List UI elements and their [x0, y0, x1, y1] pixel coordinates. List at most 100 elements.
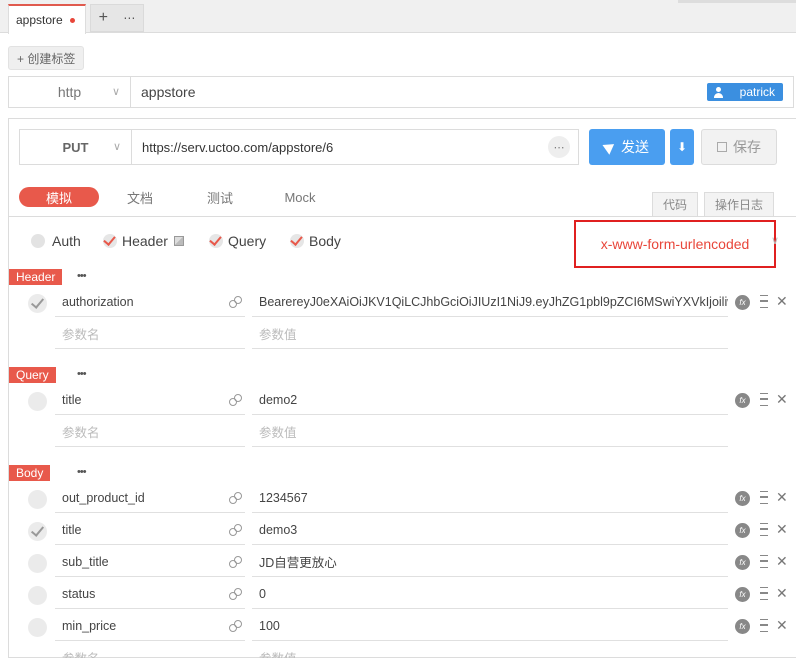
header-toggle[interactable]: Header [103, 233, 184, 249]
add-tab-icon[interactable]: + [99, 10, 108, 26]
save-button[interactable]: 保存 [701, 129, 777, 165]
code-button[interactable]: 代码 [652, 192, 698, 216]
fx-icon[interactable]: fx [735, 587, 750, 602]
close-icon[interactable]: ✕ [776, 391, 788, 408]
send-download-button[interactable]: ⬇ [670, 129, 694, 165]
link-icon[interactable] [229, 492, 242, 504]
param-key[interactable]: status [55, 579, 245, 609]
close-icon[interactable]: ✕ [776, 489, 788, 506]
param-key[interactable]: min_price [55, 611, 245, 641]
add-label-button[interactable]: + 创建标签 [8, 46, 85, 70]
link-icon[interactable] [229, 588, 242, 600]
table-row: title demo2 fx ✕ [9, 385, 796, 415]
send-button[interactable]: 发送 [589, 129, 665, 165]
param-value[interactable]: 100 [252, 611, 728, 641]
tab-docs[interactable]: 文档 [125, 187, 155, 207]
menu-icon[interactable] [760, 587, 768, 600]
fx-icon[interactable]: fx [735, 619, 750, 634]
param-value-placeholder[interactable]: 参数值 [252, 643, 728, 658]
menu-icon[interactable] [760, 619, 768, 632]
table-row: sub_title JD自营更放心 fx ✕ [9, 547, 796, 577]
close-icon[interactable]: ✕ [776, 293, 788, 310]
method-value: PUT [62, 139, 89, 155]
param-key[interactable]: title [55, 515, 245, 545]
close-icon[interactable]: ✕ [776, 585, 788, 602]
close-icon[interactable]: ✕ [776, 617, 788, 634]
param-key[interactable]: out_product_id [55, 483, 245, 513]
link-icon[interactable] [229, 556, 242, 568]
query-more-icon[interactable]: ••• [77, 368, 87, 380]
link-icon[interactable] [229, 394, 242, 406]
tab-test[interactable]: 测试 [205, 187, 235, 207]
param-key-placeholder[interactable]: 参数名 [55, 643, 245, 658]
user-icon [713, 86, 724, 98]
project-name[interactable]: appstore [141, 84, 195, 100]
param-value[interactable]: BearereyJ0eXAiOiJKV1QiLCJhbGciOiJIUzI1Ni… [252, 287, 728, 317]
body-encoding-select[interactable]: x-www-form-urlencoded [574, 220, 776, 268]
save-label: 保存 [733, 139, 761, 155]
menu-icon[interactable] [760, 523, 768, 536]
param-key[interactable]: authorization [55, 287, 245, 317]
header-section-tag: Header [9, 269, 63, 285]
close-icon[interactable]: ✕ [776, 521, 788, 538]
body-more-icon[interactable]: ••• [77, 466, 87, 478]
unsaved-dot-icon [69, 17, 75, 23]
url-input[interactable]: https://serv.uctoo.com/appstore/6 [142, 140, 333, 155]
menu-icon[interactable] [760, 295, 768, 308]
download-icon: ⬇ [676, 140, 688, 154]
param-value[interactable]: demo2 [252, 385, 728, 415]
param-value[interactable]: 0 [252, 579, 728, 609]
close-icon[interactable]: ✕ [776, 553, 788, 570]
url-more-icon[interactable]: ⋯ [548, 136, 570, 158]
table-row-empty: 参数名 参数值 [9, 417, 796, 447]
fx-icon[interactable]: fx [735, 555, 750, 570]
tab-mock[interactable]: Mock [283, 187, 317, 207]
menu-icon[interactable] [760, 491, 768, 504]
table-row: title demo3 fx ✕ [9, 515, 796, 545]
param-key-placeholder[interactable]: 参数名 [55, 417, 245, 447]
chevron-down-icon: ∨ [112, 141, 121, 153]
body-toggle[interactable]: Body [290, 233, 341, 249]
fx-icon[interactable]: fx [735, 523, 750, 538]
body-check-icon [290, 234, 304, 248]
row-check-icon[interactable] [28, 618, 47, 637]
row-check-icon[interactable] [28, 554, 47, 573]
fx-icon[interactable]: fx [735, 295, 750, 310]
link-icon[interactable] [229, 296, 242, 308]
param-key-placeholder[interactable]: 参数名 [55, 319, 245, 349]
fx-icon[interactable]: fx [735, 393, 750, 408]
row-check-icon[interactable] [28, 522, 47, 541]
row-check-icon[interactable] [28, 490, 47, 509]
param-key[interactable]: title [55, 385, 245, 415]
row-check-icon[interactable] [28, 392, 47, 411]
more-tabs-icon[interactable]: ⋯ [123, 12, 135, 24]
tabbar-edge [678, 0, 796, 3]
query-toggle[interactable]: Query [209, 233, 266, 249]
table-row-empty: 参数名 参数值 [9, 643, 796, 658]
table-row-empty: 参数名 参数值 [9, 319, 796, 349]
param-value[interactable]: 1234567 [252, 483, 728, 513]
tab-simulate[interactable]: 模拟 [19, 187, 99, 207]
method-select[interactable]: PUT ∨ [20, 130, 132, 164]
save-disk-icon [717, 142, 727, 152]
param-key[interactable]: sub_title [55, 547, 245, 577]
user-badge[interactable]: patrick [706, 83, 783, 101]
tab-appstore[interactable]: appstore [8, 4, 86, 34]
auth-toggle[interactable]: Auth [31, 233, 81, 249]
link-icon[interactable] [229, 524, 242, 536]
link-icon[interactable] [229, 620, 242, 632]
row-check-icon[interactable] [28, 294, 47, 313]
operation-log-button[interactable]: 操作日志 [704, 192, 774, 216]
protocol-select[interactable]: http ∨ [9, 77, 131, 107]
param-value[interactable]: JD自营更放心 [252, 547, 728, 577]
param-value[interactable]: demo3 [252, 515, 728, 545]
fx-icon[interactable]: fx [735, 491, 750, 506]
header-label: Header [122, 233, 168, 249]
menu-icon[interactable] [760, 393, 768, 406]
param-value-placeholder[interactable]: 参数值 [252, 319, 728, 349]
protocol-value: http [57, 84, 82, 100]
header-more-icon[interactable]: ••• [77, 270, 87, 282]
row-check-icon[interactable] [28, 586, 47, 605]
param-value-placeholder[interactable]: 参数值 [252, 417, 728, 447]
menu-icon[interactable] [760, 555, 768, 568]
